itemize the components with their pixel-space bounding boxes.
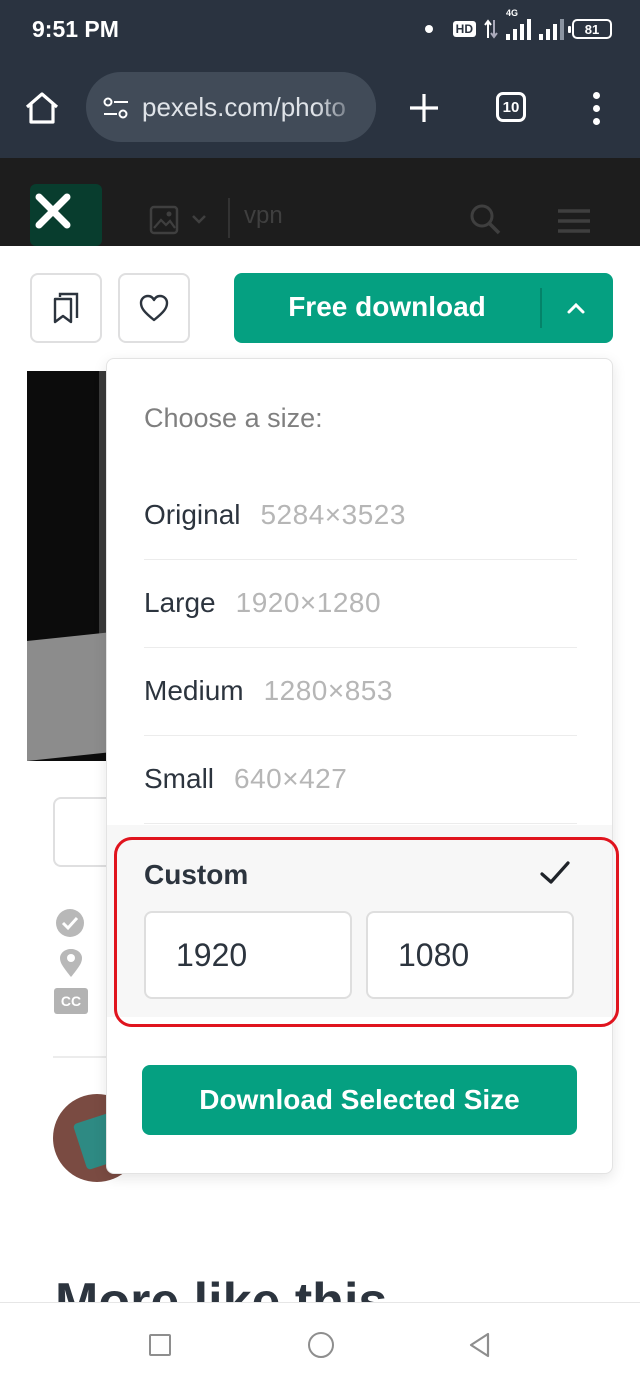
size-option-dimensions: 1920×1280 [235,587,382,618]
size-option-medium[interactable]: Medium 1280×853 [144,647,577,736]
caret-up-icon[interactable] [564,297,588,319]
split-divider [540,288,542,328]
url-fade [316,72,376,142]
close-icon[interactable] [30,188,76,234]
home-nav-icon[interactable] [308,1332,334,1358]
size-option-name: Medium [144,675,244,706]
license-cc-icon: CC [54,988,88,1014]
search-icon[interactable] [468,202,502,236]
site-settings-icon[interactable] [102,96,130,120]
heart-icon [139,294,169,322]
home-icon[interactable] [22,88,62,128]
section-heading: More like this [55,1273,388,1302]
network-type-label: 4G [506,8,519,18]
size-option-name: Large [144,587,216,618]
size-option-name: Small [144,763,215,794]
download-selected-size-button[interactable]: Download Selected Size [142,1065,577,1135]
verified-check-icon [56,909,84,937]
site-header: vpn [0,158,640,246]
signal-strength-icon [539,18,564,40]
size-option-original[interactable]: Original 5284×3523 [144,471,577,560]
address-bar[interactable]: pexels.com/photo [86,72,376,142]
size-option-dimensions: 1280×853 [263,675,393,706]
location-pin-icon [60,949,82,977]
overflow-menu-icon[interactable] [584,90,608,128]
search-input[interactable]: vpn [244,202,283,230]
size-option-dimensions: 640×427 [234,763,348,794]
data-transfer-icon [484,19,498,39]
free-download-button[interactable]: Free download [234,273,613,343]
tab-count: 10 [502,98,520,116]
free-download-label: Free download [288,291,486,322]
divider [53,1056,113,1058]
custom-width-input[interactable] [144,911,352,999]
size-menu-heading: Choose a size: [144,403,323,433]
battery-icon: 81 [568,19,612,39]
status-bar: 9:51 PM HD 4G 81 [0,0,640,60]
cc-label: CC [60,993,82,1009]
bookmark-icon [53,292,79,324]
collect-button[interactable] [30,273,102,343]
hamburger-icon[interactable] [556,208,592,234]
cellular-4g-icon: 4G [506,8,531,40]
image-icon [149,205,179,235]
status-time: 9:51 PM [32,16,119,42]
check-icon [540,861,570,884]
status-icons: HD 4G 81 [424,8,612,44]
notification-dot-icon [424,25,433,33]
recents-icon[interactable] [149,1334,171,1356]
size-option-dimensions: 5284×3523 [260,499,406,530]
navigation-bar [0,1302,640,1387]
custom-height-input[interactable] [366,911,574,999]
photo-preview [27,371,117,761]
size-dropdown: Choose a size: Original 5284×3523 Large … [106,358,613,1174]
plus-icon[interactable] [402,86,446,130]
header-divider [228,198,230,238]
size-option-small[interactable]: Small 640×427 [144,735,577,824]
browser-toolbar: pexels.com/photo 10 [0,60,640,158]
custom-size-label: Custom [144,859,249,890]
hd-badge: HD [452,21,476,37]
size-option-name: Original [144,499,241,530]
like-button[interactable] [118,273,190,343]
size-option-large[interactable]: Large 1920×1280 [144,559,577,648]
battery-level: 81 [584,21,600,37]
tab-switcher-icon[interactable]: 10 [496,92,526,122]
size-option-custom[interactable]: Custom [107,825,612,1017]
chevron-down-icon [192,215,206,224]
back-icon[interactable] [466,1331,494,1359]
